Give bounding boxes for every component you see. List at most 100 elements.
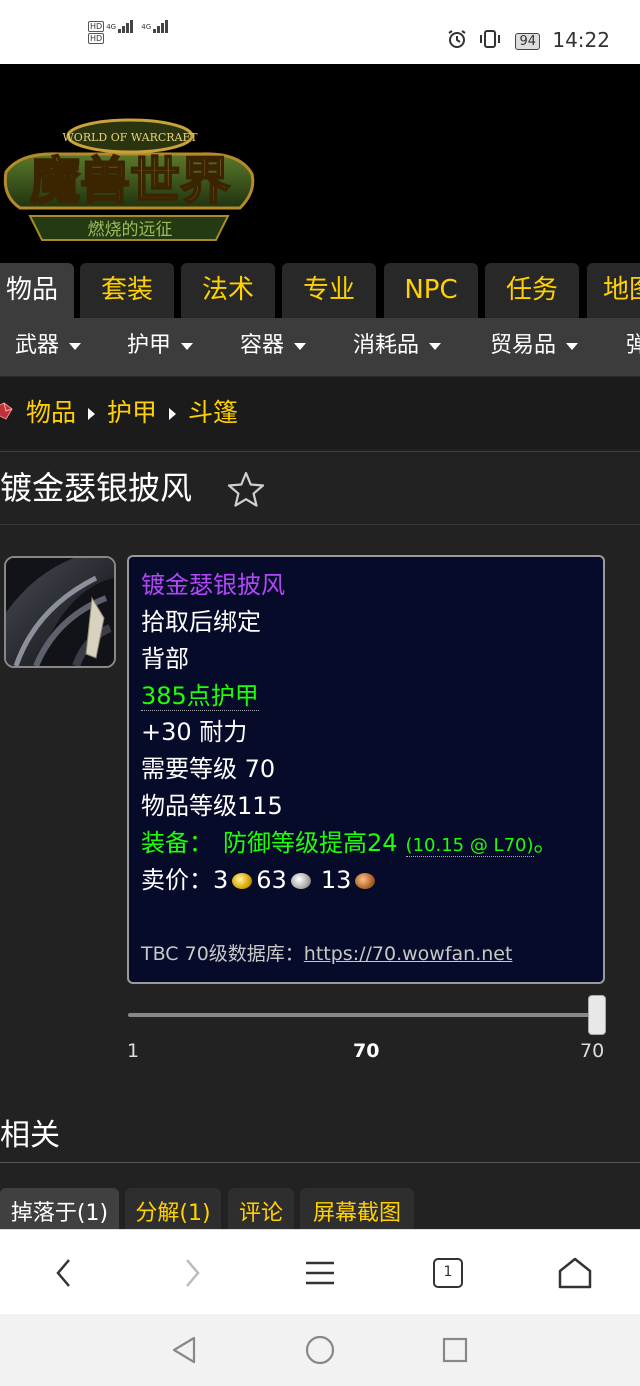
battery-icon: 94 <box>515 33 540 50</box>
home-icon[interactable] <box>545 1230 605 1315</box>
tab-dropped-by[interactable]: 掉落于(1) <box>0 1188 119 1230</box>
tab-items[interactable]: 物品 <box>0 263 74 318</box>
sell-copper: 13 <box>320 866 352 894</box>
tab-label: 屏幕截图 <box>312 1201 401 1226</box>
star-icon[interactable] <box>226 470 266 512</box>
item-stamina: +30 耐力 <box>141 718 248 746</box>
breadcrumb-cloak[interactable]: 斗篷 <box>188 398 238 427</box>
menu-label: 贸易品 <box>490 333 557 358</box>
site-logo[interactable]: WORLD OF WARCRAFT 魔兽世界 燃烧的远征 <box>0 112 258 247</box>
tab-professions[interactable]: 专业 <box>282 263 376 318</box>
copper-coin-icon <box>355 873 376 889</box>
database-line: TBC 70级数据库：https://70.wowfan.net <box>141 939 512 966</box>
network-indicators: HD 4G 4G HD <box>88 20 169 45</box>
tabs-button[interactable]: 1 <box>418 1230 478 1315</box>
slider-min-label: 1 <box>127 1040 140 1062</box>
related-heading: 相关 <box>0 1118 60 1153</box>
tab-count: 1 <box>433 1257 463 1288</box>
vibrate-icon <box>479 28 501 56</box>
item-required-level: 需要等级 70 <box>141 755 276 783</box>
equip-prefix: 装备： <box>141 829 213 857</box>
tab-spells[interactable]: 法术 <box>181 263 275 318</box>
tab-comments[interactable]: 评论 <box>228 1188 294 1230</box>
network-label-2: 4G <box>141 23 152 31</box>
breadcrumb-items[interactable]: 物品 <box>26 398 76 427</box>
tab-label: NPC <box>404 275 458 305</box>
svg-text:燃烧的远征: 燃烧的远征 <box>88 220 173 240</box>
tab-label: 地图 <box>603 275 640 305</box>
caret-down-icon <box>429 342 442 350</box>
equip-text: 防御等级提高24 <box>223 829 398 857</box>
equip-suffix: 。 <box>533 829 558 857</box>
armor-value[interactable]: 385点护甲 <box>141 682 259 711</box>
menu-consumables[interactable]: 消耗品 <box>353 318 442 376</box>
clock: 14:22 <box>552 28 610 52</box>
status-right: 94 14:22 <box>447 26 610 56</box>
equip-detail[interactable]: (10.15 @ L70) <box>405 835 534 857</box>
category-menu: 武器 护甲 容器 消耗品 贸易品 弹药 <box>0 318 640 377</box>
menu-label: 武器 <box>15 333 60 358</box>
sell-silver: 63 <box>256 866 287 894</box>
nav-recents-icon[interactable] <box>435 1332 475 1368</box>
tab-disenchant[interactable]: 分解(1) <box>125 1188 221 1230</box>
svg-text:WORLD OF WARCRAFT: WORLD OF WARCRAFT <box>63 131 199 144</box>
slider-current-label: 70 <box>353 1040 380 1062</box>
item-level: 物品等级115 <box>141 792 283 820</box>
tab-label: 套装 <box>100 275 153 305</box>
menu-containers[interactable]: 容器 <box>240 318 307 376</box>
breadcrumb-armor[interactable]: 护甲 <box>107 398 157 427</box>
alarm-icon <box>447 28 467 56</box>
chevron-right-icon <box>88 408 96 420</box>
nav-home-icon[interactable] <box>300 1332 340 1368</box>
tab-label: 任务 <box>505 275 558 305</box>
title-row: 镀金瑟银披风 <box>0 451 640 525</box>
menu-label: 弹药 <box>626 333 640 358</box>
menu-label: 容器 <box>240 333 285 358</box>
tab-label: 分解(1) <box>135 1201 211 1226</box>
svg-text:魔兽世界: 魔兽世界 <box>30 152 230 210</box>
menu-weapons[interactable]: 武器 <box>15 318 82 376</box>
gold-coin-icon <box>232 873 253 889</box>
hd-icon: HD <box>88 33 105 44</box>
silver-coin-icon <box>290 873 311 889</box>
item-icon <box>4 556 116 668</box>
tab-screenshots[interactable]: 屏幕截图 <box>300 1188 414 1230</box>
forward-icon[interactable] <box>162 1230 222 1315</box>
menu-label: 消耗品 <box>353 333 420 358</box>
signal-icon <box>153 20 169 33</box>
tab-label: 评论 <box>238 1201 283 1226</box>
item-bind: 拾取后绑定 <box>141 608 261 636</box>
caret-down-icon <box>181 342 194 350</box>
site-banner: WORLD OF WARCRAFT 魔兽世界 燃烧的远征 <box>0 64 640 260</box>
nav-back-icon[interactable] <box>164 1332 204 1368</box>
hd-icon: HD <box>88 21 105 32</box>
tab-quests[interactable]: 任务 <box>485 263 579 318</box>
system-nav-bar <box>0 1314 640 1386</box>
item-tooltip: 镀金瑟银披风 拾取后绑定 背部 385点护甲 +30 耐力 需要等级 70 物品… <box>127 555 605 984</box>
back-icon[interactable] <box>34 1230 94 1315</box>
caret-down-icon <box>566 342 579 350</box>
db-link[interactable]: https://70.wowfan.net <box>304 943 513 965</box>
item-slot: 背部 <box>141 645 189 673</box>
item-equip-effect: 装备： 防御等级提高24 (10.15 @ L70)。 <box>141 825 558 864</box>
level-slider-handle[interactable] <box>588 995 606 1035</box>
breadcrumb: 物品 护甲 斗篷 <box>0 377 640 449</box>
top-nav-tabs: 物品 套装 法术 专业 NPC 任务 地图 <box>0 260 640 318</box>
item-sell-price: 卖价：3 63 13 <box>141 862 379 898</box>
level-slider-track[interactable] <box>128 1013 598 1017</box>
menu-icon[interactable] <box>290 1230 350 1315</box>
menu-armor[interactable]: 护甲 <box>127 318 194 376</box>
db-label: TBC 70级数据库： <box>141 943 304 965</box>
menu-label: 护甲 <box>127 333 172 358</box>
sell-label: 卖价： <box>141 866 213 894</box>
slider-max-label: 70 <box>580 1040 605 1062</box>
status-bar: HD 4G 4G HD 94 14:22 <box>0 0 640 64</box>
menu-ammo[interactable]: 弹药 <box>626 318 640 376</box>
tab-sets[interactable]: 套装 <box>80 263 174 318</box>
tab-maps[interactable]: 地图 <box>587 263 640 318</box>
caret-down-icon <box>69 342 82 350</box>
tab-label: 物品 <box>5 275 58 305</box>
menu-trade-goods[interactable]: 贸易品 <box>490 318 579 376</box>
tab-npc[interactable]: NPC <box>384 263 478 318</box>
page-title: 镀金瑟银披风 <box>0 469 193 507</box>
